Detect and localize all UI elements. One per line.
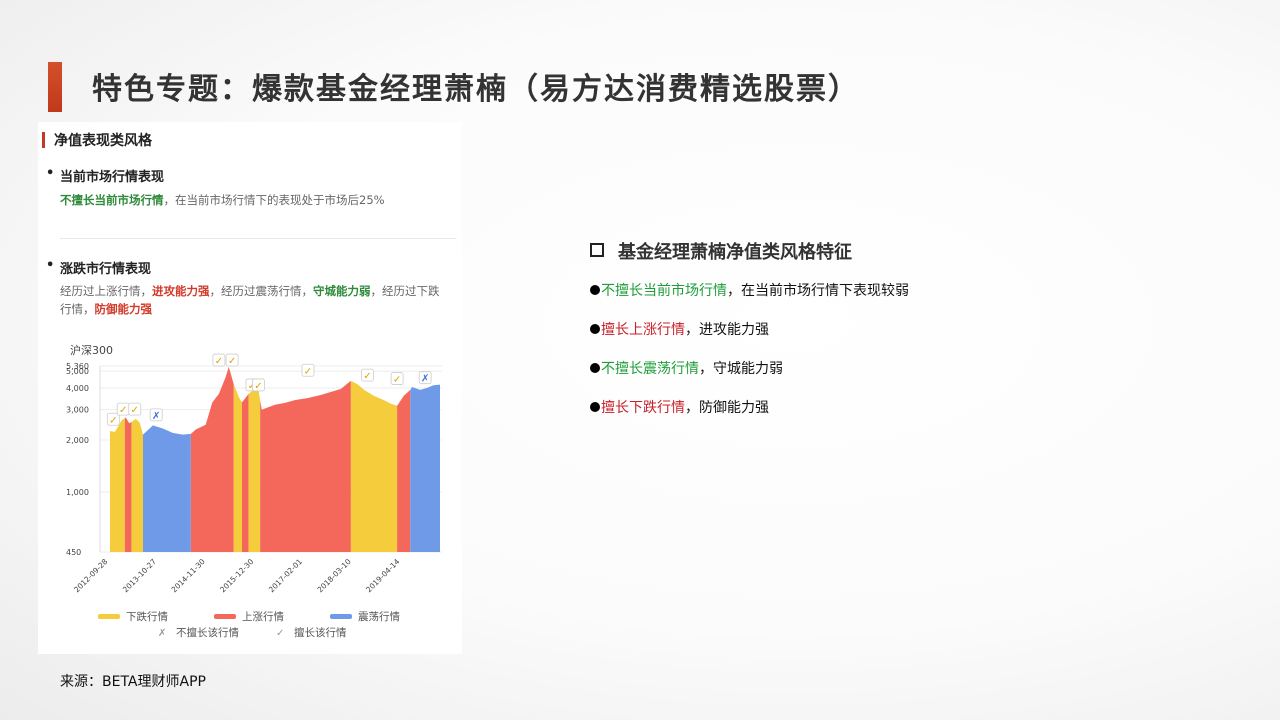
x-tick-label: 2017-02-01 xyxy=(267,557,304,594)
up-market-area xyxy=(260,380,351,552)
source-note: 来源：BETA理财师APP xyxy=(60,674,206,690)
check-marker-icon: ✓ xyxy=(390,372,404,386)
check-marker-icon: ✓ xyxy=(212,353,226,367)
page-title: 特色专题：爆款基金经理萧楠（易方达消费精选股票） xyxy=(92,72,860,107)
y-tick-label: 5,360 xyxy=(66,362,89,371)
up-legend-label: 上涨行情 xyxy=(242,610,284,623)
y-tick-label: 450 xyxy=(66,548,81,557)
flat-market-area xyxy=(410,384,440,552)
marker-legend-label: 擅长该行情 xyxy=(294,626,347,639)
y-tick-label: 2,000 xyxy=(66,436,89,445)
summary-item: 擅长下跌行情，防御能力强 xyxy=(590,397,1010,436)
summary-list: 不擅长当前市场行情，在当前市场行情下表现较弱 擅长上涨行情，进攻能力强 不擅长震… xyxy=(590,280,1010,436)
y-tick-label: 1,000 xyxy=(66,488,89,497)
defense-strong-highlight: 防御能力强 xyxy=(94,302,153,316)
section-current-market-title: 当前市场行情表现 xyxy=(46,166,164,185)
svg-text:✗: ✗ xyxy=(152,411,160,422)
updown-text-1: 经历过上涨行情， xyxy=(60,284,152,298)
check-marker-icon: ✓ xyxy=(301,363,315,377)
title-accent-bar xyxy=(48,62,62,112)
check-marker-icon: ✓ xyxy=(106,412,120,426)
up-market-area xyxy=(190,366,234,552)
cross-marker-icon: ✗ xyxy=(418,371,432,385)
svg-text:✓: ✓ xyxy=(131,405,139,416)
svg-text:✓: ✓ xyxy=(119,405,127,416)
fund-style-panel: 净值表现类风格 当前市场行情表现 不擅长当前市场行情，在当前市场行情下的表现处于… xyxy=(38,122,462,654)
check-legend-icon: ✓ xyxy=(276,628,284,639)
panel-header: 净值表现类风格 xyxy=(42,130,152,150)
bullet-icon xyxy=(590,402,600,412)
csi300-chart: 沪深300 450 1,000 2,000 3,000 4,000 5,000 5,360 … xyxy=(58,340,458,652)
down-market-area xyxy=(233,384,242,552)
index-label: 沪深300 xyxy=(70,343,113,357)
section-divider xyxy=(60,238,456,239)
down-market-area xyxy=(350,380,398,552)
bullet-icon xyxy=(590,285,600,295)
x-tick-label: 2012-09-28 xyxy=(72,557,109,594)
flat-legend-swatch xyxy=(330,614,352,619)
check-marker-icon: ✓ xyxy=(360,368,374,382)
summary-item: 擅长上涨行情，进攻能力强 xyxy=(590,319,1010,358)
check-marker-icon: ✓ xyxy=(116,402,130,416)
up-market-area xyxy=(397,389,411,552)
svg-text:✓: ✓ xyxy=(215,356,223,367)
bullet-icon xyxy=(590,324,600,334)
section-updown-title: 涨跌市行情表现 xyxy=(46,258,151,277)
style-summary: 基金经理萧楠净值类风格特征 不擅长当前市场行情，在当前市场行情下表现较弱 擅长上… xyxy=(590,238,909,416)
attack-strong-highlight: 进攻能力强 xyxy=(152,284,210,298)
svg-text:✓: ✓ xyxy=(393,375,401,386)
bullet-icon xyxy=(590,363,600,373)
svg-text:✓: ✓ xyxy=(304,366,312,377)
summary-item: 不擅长震荡行情，守城能力弱 xyxy=(590,358,1010,397)
check-marker-icon: ✓ xyxy=(252,378,265,392)
flat-market-area xyxy=(143,425,191,552)
cross-marker-icon: ✗ xyxy=(149,408,163,422)
updown-text-2: ，经历过震荡行情， xyxy=(209,284,314,298)
x-tick-label: 2018-03-10 xyxy=(316,557,353,594)
marker-legend-label: 不擅长该行情 xyxy=(176,626,239,639)
section-current-market-body: 不擅长当前市场行情，在当前市场行情下的表现处于市场后25% xyxy=(60,191,440,209)
x-tick-label: 2014-11-30 xyxy=(170,557,207,594)
down-market-area xyxy=(110,418,125,552)
section-updown-body: 经历过上涨行情，进攻能力强，经历过震荡行情，守城能力弱，经历过下跌行情，防御能力… xyxy=(60,282,440,318)
current-market-highlight: 不擅长当前市场行情 xyxy=(60,193,164,207)
down-legend-label: 下跌行情 xyxy=(126,610,168,623)
x-tick-label: 2013-10-27 xyxy=(121,557,158,594)
up-legend-swatch xyxy=(214,614,236,619)
flat-legend-label: 震荡行情 xyxy=(358,610,400,623)
svg-text:✓: ✓ xyxy=(254,381,262,392)
square-bullet-icon xyxy=(590,243,604,257)
down-legend-swatch xyxy=(98,614,120,619)
x-tick-label: 2019-04-14 xyxy=(364,557,401,594)
y-tick-label: 3,000 xyxy=(66,406,89,415)
check-marker-icon: ✓ xyxy=(225,353,239,367)
up-market-area xyxy=(124,417,132,552)
summary-item: 不擅长当前市场行情，在当前市场行情下表现较弱 xyxy=(590,280,1010,319)
down-market-area xyxy=(131,418,143,552)
current-market-text: ，在当前市场行情下的表现处于市场后25% xyxy=(163,193,385,207)
svg-text:✓: ✓ xyxy=(228,356,236,367)
defend-weak-highlight: 守城能力弱 xyxy=(313,284,371,298)
svg-text:✓: ✓ xyxy=(109,415,117,426)
down-market-area xyxy=(248,389,261,552)
cross-legend-icon: ✗ xyxy=(158,628,166,639)
x-tick-label: 2015-12-30 xyxy=(218,557,255,594)
svg-text:✗: ✗ xyxy=(421,374,429,385)
check-marker-icon: ✓ xyxy=(128,402,142,416)
y-tick-label: 4,000 xyxy=(66,384,89,393)
summary-title: 基金经理萧楠净值类风格特征 xyxy=(590,238,852,264)
svg-text:✓: ✓ xyxy=(363,371,371,382)
up-market-area xyxy=(242,393,249,552)
